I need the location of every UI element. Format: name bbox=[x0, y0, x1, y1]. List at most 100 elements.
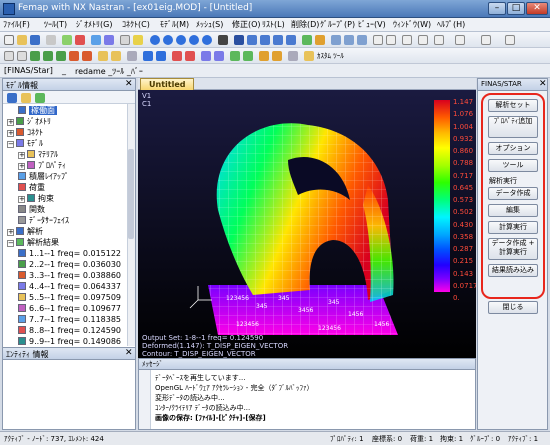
axes-icon[interactable] bbox=[234, 35, 244, 45]
tree-item[interactable]: 5..5--1 freq= 0.097509 bbox=[18, 292, 121, 303]
finas-star-close-icon[interactable]: ✕ bbox=[539, 79, 547, 89]
pan-icon[interactable] bbox=[176, 35, 186, 45]
view-style-icon[interactable] bbox=[218, 35, 228, 45]
undo-icon[interactable] bbox=[62, 35, 72, 45]
tree-item[interactable]: 積層ﾚｲｱｯﾌﾟ bbox=[18, 171, 69, 182]
panel-toggle-icon[interactable] bbox=[455, 35, 465, 45]
tree-item[interactable]: 3..3--1 freq= 0.038860 bbox=[18, 270, 121, 281]
deform-icon[interactable] bbox=[344, 35, 354, 45]
finas-button[interactable]: ツール bbox=[488, 159, 538, 172]
finas-button[interactable]: 解析セット bbox=[488, 99, 538, 112]
surface-icon[interactable] bbox=[273, 35, 283, 45]
finas-button[interactable]: データ作成 + 計算実行 bbox=[488, 238, 538, 260]
tree-item[interactable]: 関数 bbox=[18, 204, 45, 215]
finas-button[interactable]: データ作成 bbox=[488, 187, 538, 200]
options-icon[interactable] bbox=[418, 35, 428, 45]
expand-icon[interactable]: + bbox=[18, 163, 25, 170]
layout-icon[interactable] bbox=[386, 35, 396, 45]
tree-item[interactable]: + ｼﾞｵﾒﾄﾘ bbox=[7, 116, 51, 127]
menu-list[interactable]: ﾘｽﾄ(L) bbox=[262, 18, 285, 32]
highlight-icon[interactable] bbox=[133, 35, 143, 45]
window-menu-icon[interactable] bbox=[505, 35, 515, 45]
show-icon[interactable] bbox=[302, 35, 312, 45]
tree-item[interactable]: − 解析結果 bbox=[7, 237, 59, 248]
menu-view[interactable]: ﾋﾞｭｰ(V) bbox=[358, 18, 386, 32]
finas-button[interactable]: 計算実行 bbox=[488, 221, 538, 234]
tree-item[interactable]: 1..1--1 freq= 0.015122 bbox=[18, 248, 121, 259]
node-icon[interactable] bbox=[247, 35, 257, 45]
menu-tools[interactable]: ﾂｰﾙ(T) bbox=[44, 18, 67, 32]
redraw-icon[interactable] bbox=[91, 35, 101, 45]
delete-entity-icon[interactable] bbox=[172, 51, 182, 61]
zoom-in-icon[interactable] bbox=[150, 35, 160, 45]
tree-item[interactable]: + 拘束 bbox=[18, 193, 54, 204]
tree-item[interactable]: 9..9--1 freq= 0.149086 bbox=[18, 336, 121, 346]
post-data-icon[interactable] bbox=[331, 35, 341, 45]
tree-view-icon[interactable] bbox=[7, 93, 17, 103]
tree-item[interactable]: 稼働面 bbox=[18, 105, 57, 116]
contour-icon[interactable] bbox=[357, 35, 367, 45]
tree-item[interactable]: 7..7--1 freq= 0.118385 bbox=[18, 314, 121, 325]
geometry-point-icon[interactable] bbox=[30, 51, 40, 61]
element-icon[interactable] bbox=[260, 35, 270, 45]
finas-toolbar-filter[interactable]: redame _ﾂｰﾙ _ﾊﾞｰ bbox=[75, 66, 143, 77]
print-icon[interactable] bbox=[46, 35, 56, 45]
redo-icon[interactable] bbox=[75, 35, 85, 45]
mesh-icon[interactable] bbox=[69, 51, 79, 61]
window-icon[interactable] bbox=[402, 35, 412, 45]
model-open-icon[interactable] bbox=[17, 51, 27, 61]
tree-item[interactable]: + ﾌﾟﾛﾊﾟﾃｨ bbox=[18, 160, 66, 171]
tree-scrollbar-thumb[interactable] bbox=[128, 149, 134, 239]
menu-window[interactable]: ｳｨﾝﾄﾞｳ(W) bbox=[393, 18, 431, 32]
menu-help[interactable]: ﾍﾙﾌﾟ(H) bbox=[437, 18, 465, 32]
tree-item[interactable]: + ﾏﾃﾘｱﾙ bbox=[18, 149, 58, 160]
mesh-size-icon[interactable] bbox=[82, 51, 92, 61]
autoscale-icon[interactable] bbox=[202, 35, 212, 45]
select-mode-icon[interactable] bbox=[127, 51, 137, 61]
menu-mesh[interactable]: ﾒｯｼｭ(S) bbox=[196, 18, 223, 32]
constraint-icon[interactable] bbox=[111, 51, 121, 61]
select-icon[interactable] bbox=[120, 35, 130, 45]
entity-display-icon[interactable] bbox=[315, 35, 325, 45]
tab-untitled[interactable]: Untitled bbox=[140, 78, 195, 90]
expand-icon[interactable]: + bbox=[7, 130, 14, 137]
entity-info-close-icon[interactable]: ✕ bbox=[125, 348, 133, 358]
tree-item[interactable]: 8..8--1 freq= 0.124590 bbox=[18, 325, 121, 336]
snap-icon[interactable] bbox=[156, 51, 166, 61]
expand-icon[interactable]: + bbox=[7, 229, 14, 236]
finas-button[interactable]: 結果読み込み bbox=[488, 264, 538, 277]
save-icon[interactable] bbox=[30, 35, 40, 45]
new-file-icon[interactable] bbox=[4, 35, 14, 45]
tree-item[interactable]: 4..4--1 freq= 0.064337 bbox=[18, 281, 121, 292]
menu-connect[interactable]: ｺﾈｸﾄ(C) bbox=[122, 18, 150, 32]
custom-tool-icon[interactable] bbox=[304, 51, 314, 61]
analysis-icon[interactable] bbox=[230, 51, 240, 61]
list-icon[interactable] bbox=[434, 35, 444, 45]
menu-geometry[interactable]: ｼﾞｵﾒﾄﾘ(G) bbox=[76, 18, 112, 32]
open-folder-icon[interactable] bbox=[17, 35, 27, 45]
rotate-icon[interactable] bbox=[189, 35, 199, 45]
modify-entity-icon[interactable] bbox=[185, 51, 195, 61]
graphics-viewport[interactable]: 123456 345 345 3456 345 1456 1456 123456… bbox=[138, 90, 476, 358]
finas-toolbar-label[interactable]: [FINAS/Star] bbox=[4, 66, 53, 75]
tree-item[interactable]: 2..2--1 freq= 0.036030 bbox=[18, 259, 121, 270]
tree-item[interactable]: + ｺﾈｸﾄ bbox=[7, 127, 43, 138]
finas-button[interactable]: 編集 bbox=[488, 204, 538, 217]
menu-group[interactable]: ｸﾞﾙｰﾌﾟ(P) bbox=[320, 18, 355, 32]
collapse-icon[interactable]: − bbox=[7, 141, 14, 148]
menu-delete[interactable]: 削除(D) bbox=[291, 18, 319, 32]
menu-modify[interactable]: 修正(O) bbox=[232, 18, 261, 32]
close-button[interactable]: ✕ bbox=[526, 2, 548, 15]
menu-file[interactable]: ﾌｧｲﾙ(F) bbox=[3, 18, 30, 32]
custom-tool-label[interactable]: ｶｽﾀﾑ ﾂｰﾙ bbox=[317, 51, 344, 61]
finas-button[interactable]: 閉じる bbox=[488, 301, 538, 314]
finas-button[interactable]: オプション bbox=[488, 142, 538, 155]
maximize-button[interactable]: □ bbox=[507, 2, 525, 15]
regenerate-icon[interactable] bbox=[104, 35, 114, 45]
model-info-close-icon[interactable]: ✕ bbox=[125, 79, 133, 89]
tree-item[interactable]: 荷重 bbox=[18, 182, 45, 193]
tree-item[interactable]: + 解析 bbox=[7, 226, 43, 237]
tree-filter-icon[interactable] bbox=[21, 93, 31, 103]
model-new-icon[interactable] bbox=[4, 51, 14, 61]
expand-icon[interactable]: + bbox=[18, 152, 25, 159]
